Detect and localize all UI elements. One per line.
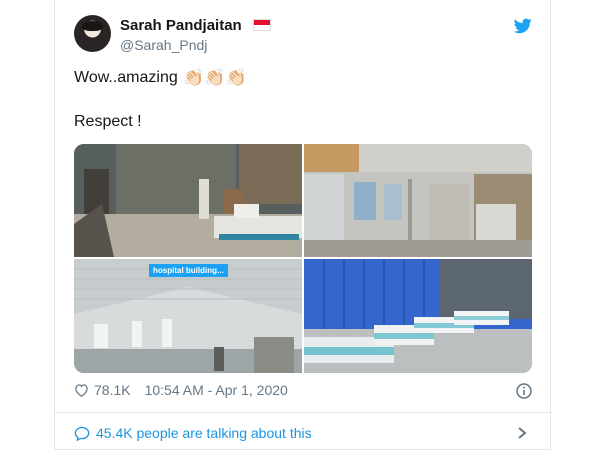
tweet-card: Sarah Pandjaitan @Sarah_Pndj Wow..amazin…: [54, 0, 552, 450]
tweet-meta: 78.1K 10:54 AM - Apr 1, 2020: [74, 382, 288, 398]
avatar[interactable]: [74, 15, 111, 52]
author-handle[interactable]: @Sarah_Pndj: [120, 37, 207, 53]
clapping-hands-icon: 👏🏻👏🏻👏🏻: [183, 68, 247, 87]
conversation-text[interactable]: 45.4K people are talking about this: [96, 425, 312, 441]
info-icon[interactable]: [516, 383, 532, 399]
author-name[interactable]: Sarah Pandjaitan: [120, 17, 242, 34]
chevron-right-icon[interactable]: [517, 426, 527, 440]
tweet-text-line2: Respect !: [74, 113, 142, 130]
media-grid[interactable]: hospital building...: [74, 144, 532, 373]
conversation-link[interactable]: 45.4K people are talking about this: [74, 425, 312, 441]
timestamp[interactable]: 10:54 AM - Apr 1, 2020: [145, 382, 288, 398]
divider: [55, 412, 552, 413]
twitter-bird-icon[interactable]: [514, 18, 532, 34]
photo-hospital-building-roof[interactable]: hospital building...: [74, 259, 302, 373]
photo-hospital-beds[interactable]: [304, 259, 532, 373]
indonesia-flag-icon: [253, 19, 271, 31]
tweet-text-line1: Wow..amazing 👏🏻👏🏻👏🏻: [74, 68, 247, 88]
like-count[interactable]: 78.1K: [94, 382, 131, 398]
speech-bubble-icon: [74, 426, 90, 441]
photo-interior-panels[interactable]: [304, 144, 532, 257]
photo-construction-site[interactable]: [74, 144, 302, 257]
tweet-text: Wow..amazing: [74, 69, 178, 86]
heart-icon[interactable]: [74, 383, 89, 397]
media-caption: hospital building...: [149, 264, 228, 277]
